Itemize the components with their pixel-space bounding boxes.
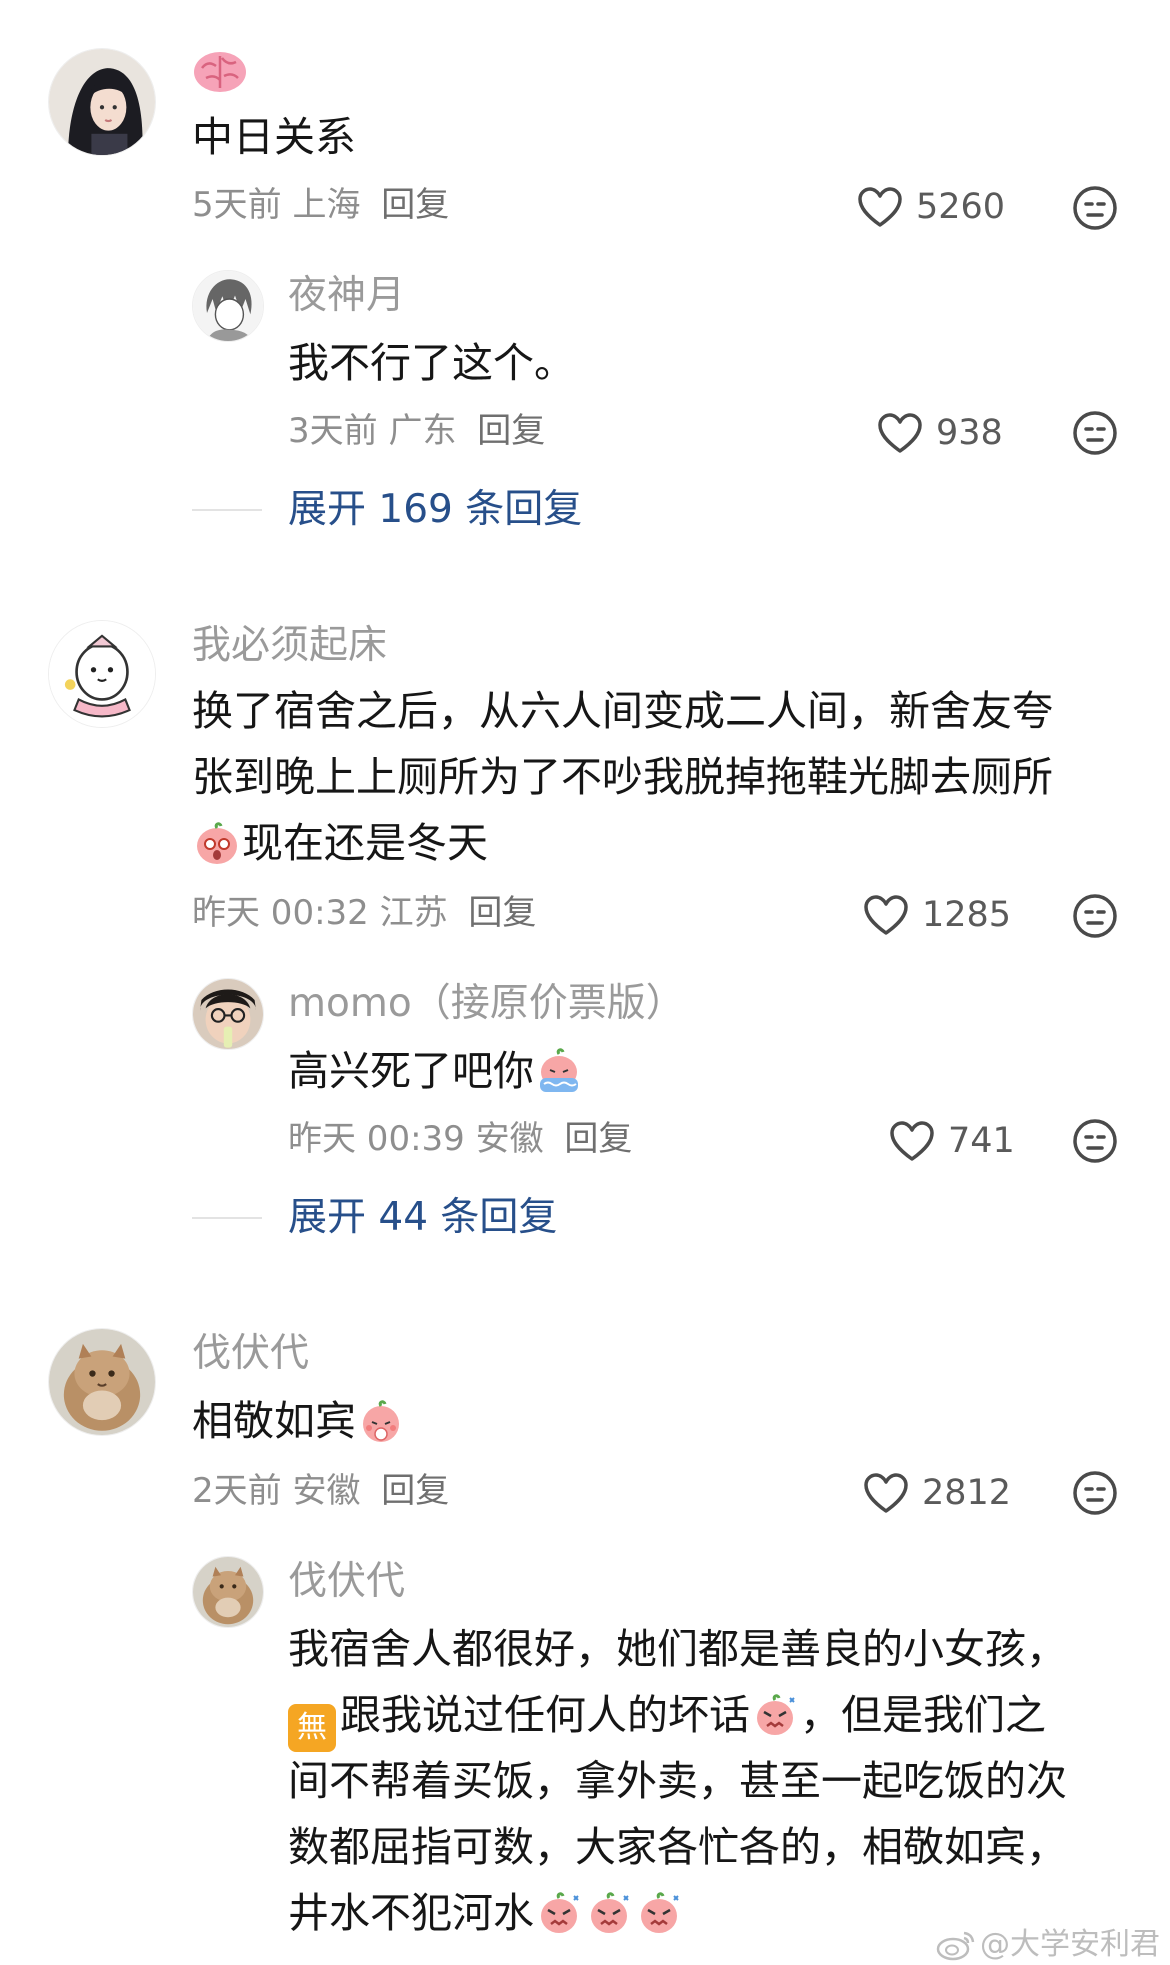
comment-meta: 5天前 上海 回复 <box>192 188 449 222</box>
comment-text-tail: 现在还是冬天 <box>242 819 488 867</box>
peach-angry-emoji <box>752 1692 798 1738</box>
comment-time: 昨天 00:32 <box>192 893 369 933</box>
comment-time: 5天前 <box>192 185 282 225</box>
expand-replies-button[interactable]: 展开 44 条回复 <box>288 1198 557 1237</box>
divider <box>192 509 262 511</box>
brain-emoji <box>192 48 248 96</box>
reply-text-line: 無跟我说过任何人的坏话 ，但是我们之 <box>288 1682 1046 1752</box>
username[interactable]: 伐伏代 <box>288 1562 405 1601</box>
dislike-face-icon <box>1073 1471 1117 1515</box>
divider <box>192 1217 262 1219</box>
dislike-button[interactable] <box>1072 410 1118 456</box>
reply-button[interactable]: 回复 <box>477 411 545 451</box>
reply-location: 广东 <box>388 411 457 451</box>
like-button[interactable]: 2812 <box>862 1468 1011 1518</box>
comment-location: 上海 <box>292 185 361 225</box>
like-button[interactable]: 5260 <box>856 182 1005 232</box>
reply-text: 高兴死了吧你 <box>288 1038 584 1104</box>
heart-outline-icon <box>858 187 902 227</box>
comment-location: 江苏 <box>379 893 448 933</box>
wu-badge-icon: 無 <box>288 1704 336 1752</box>
dislike-face-icon <box>1073 894 1117 938</box>
like-button[interactable]: 1285 <box>862 890 1011 940</box>
username[interactable]: momo（接原价票版） <box>288 984 685 1023</box>
dislike-button[interactable] <box>1072 1118 1118 1164</box>
watermark-text: @大学安利君 <box>980 1927 1160 1962</box>
like-count: 938 <box>936 412 1003 453</box>
username[interactable]: 夜神月 <box>288 276 405 315</box>
reply-button[interactable]: 回复 <box>381 185 449 225</box>
dislike-face-icon <box>1073 411 1117 455</box>
like-button[interactable]: 938 <box>876 408 1003 458</box>
peach-crying-emoji <box>536 1048 582 1094</box>
comment-location: 安徽 <box>292 1471 361 1511</box>
reply-text-line: 数都屈指可数，大家各忙各的，相敬如宾， <box>288 1823 1067 1871</box>
reply-location: 安徽 <box>475 1119 544 1159</box>
expand-replies-button[interactable]: 展开 169 条回复 <box>288 490 582 529</box>
comment-text: 中日关系 <box>192 113 356 161</box>
reply-button[interactable]: 回复 <box>381 1471 449 1511</box>
comment-meta: 昨天 00:32 江苏 回复 <box>192 896 536 930</box>
username[interactable]: 我必须起床 <box>192 626 387 665</box>
reply-button[interactable]: 回复 <box>468 893 536 933</box>
peach-angry-emoji <box>536 1890 582 1936</box>
like-count: 5260 <box>916 186 1006 227</box>
avatar[interactable] <box>48 1328 156 1436</box>
reply-text-content: 高兴死了吧你 <box>288 1047 534 1095</box>
heart-outline-icon <box>890 1121 934 1161</box>
comment-text-line: 张到晚上上厕所为了不吵我脱掉拖鞋光脚去厕所 <box>192 753 1053 801</box>
like-button[interactable]: 741 <box>888 1116 1015 1166</box>
comment-text-line: 换了宿舍之后，从六人间变成二人间，新舍友夸 <box>192 687 1053 735</box>
reply-text: 我不行了这个。 <box>288 339 575 387</box>
peach-angry-emoji <box>586 1890 632 1936</box>
avatar[interactable] <box>48 48 156 156</box>
like-count: 2812 <box>922 1472 1012 1513</box>
comment-text-content: 相敬如宾 <box>192 1397 356 1445</box>
avatar[interactable] <box>192 1556 264 1628</box>
reply-meta: 3天前 广东 回复 <box>288 414 545 448</box>
peach-embarrassed-emoji <box>358 1398 404 1444</box>
dislike-face-icon <box>1073 1119 1117 1163</box>
watermark: @大学安利君 <box>936 1929 1160 1961</box>
heart-outline-icon <box>864 1473 908 1513</box>
comment-text-line: 现在还是冬天 <box>192 810 488 876</box>
reply-button[interactable]: 回复 <box>564 1119 632 1159</box>
dislike-button[interactable] <box>1072 185 1118 231</box>
username[interactable]: 伐伏代 <box>192 1334 309 1373</box>
reply-text-line: 间不帮着买饭，拿外卖，甚至一起吃饭的次 <box>288 1757 1067 1805</box>
weibo-logo-icon <box>936 1931 975 1961</box>
reply-text-part: ，但是我们之 <box>800 1691 1046 1739</box>
heart-outline-icon <box>864 895 908 935</box>
comment-meta: 2天前 安徽 回复 <box>192 1474 449 1508</box>
reply-text-part: 跟我说过任何人的坏话 <box>340 1691 750 1739</box>
dislike-button[interactable] <box>1072 1470 1118 1516</box>
avatar[interactable] <box>192 978 264 1050</box>
avatar[interactable] <box>192 270 264 342</box>
reply-text-line: 井水不犯河水 <box>288 1880 684 1946</box>
reply-text-line: 我宿舍人都很好，她们都是善良的小女孩， <box>288 1625 1067 1673</box>
comment-time: 2天前 <box>192 1471 282 1511</box>
dislike-face-icon <box>1073 186 1117 230</box>
reply-meta: 昨天 00:39 安徽 回复 <box>288 1122 632 1156</box>
peach-shock-emoji <box>194 820 240 866</box>
avatar[interactable] <box>48 620 156 728</box>
reply-time: 3天前 <box>288 411 378 451</box>
comment-text: 相敬如宾 <box>192 1388 406 1454</box>
like-count: 741 <box>948 1120 1015 1161</box>
reply-time: 昨天 00:39 <box>288 1119 465 1159</box>
peach-angry-emoji <box>636 1890 682 1936</box>
heart-outline-icon <box>878 413 922 453</box>
reply-text-part: 井水不犯河水 <box>288 1889 534 1937</box>
dislike-button[interactable] <box>1072 893 1118 939</box>
like-count: 1285 <box>922 894 1012 935</box>
